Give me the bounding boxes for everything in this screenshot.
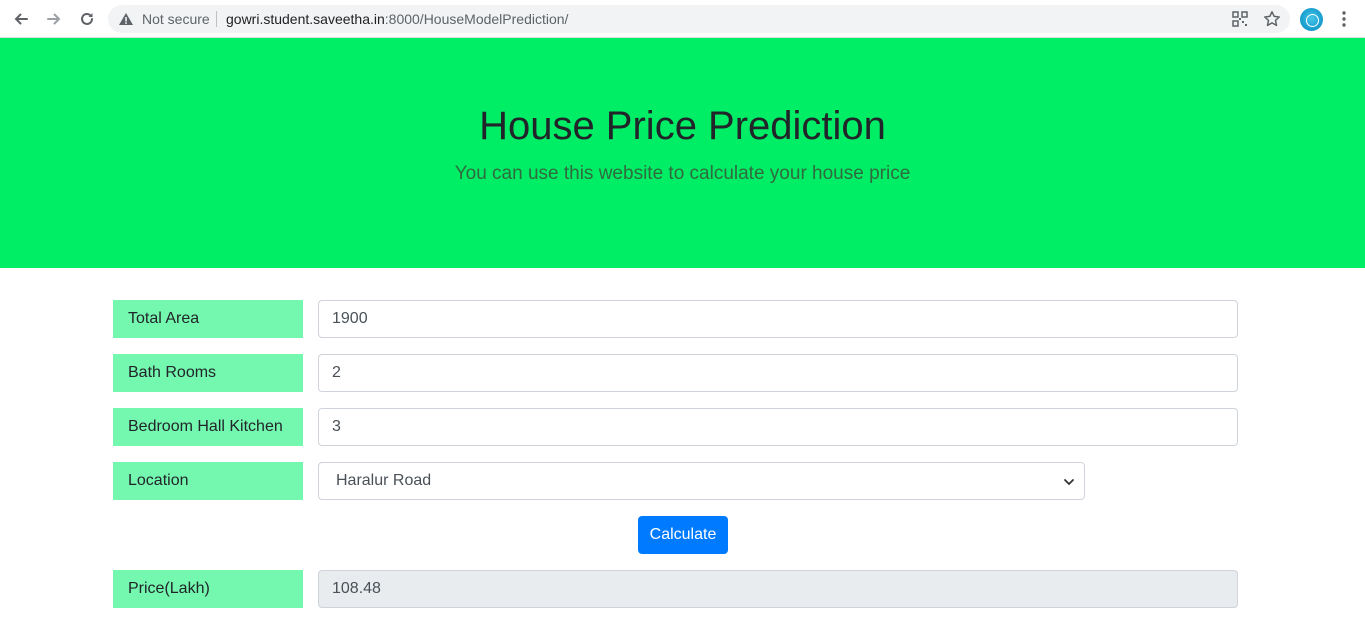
reload-button[interactable] xyxy=(75,7,99,31)
page-title: House Price Prediction xyxy=(479,104,886,148)
chevron-down-icon xyxy=(1064,479,1074,486)
location-select[interactable]: Haralur Road xyxy=(318,462,1085,500)
location-label: Location xyxy=(113,462,303,500)
url-text: gowri.student.saveetha.in:8000/HouseMode… xyxy=(226,11,568,27)
qr-code-icon[interactable] xyxy=(1232,11,1248,27)
forward-button[interactable] xyxy=(42,7,66,31)
total-area-label: Total Area xyxy=(113,300,303,338)
back-button[interactable] xyxy=(9,7,33,31)
calculate-button[interactable]: Calculate xyxy=(638,516,728,554)
security-status: Not secure xyxy=(142,11,210,27)
bath-rooms-label: Bath Rooms xyxy=(113,354,303,392)
total-area-input[interactable]: 1900 xyxy=(318,300,1238,338)
warning-icon xyxy=(119,13,133,25)
menu-dots-icon[interactable] xyxy=(1336,10,1352,28)
forward-arrow-icon xyxy=(47,13,61,25)
page-subtitle: You can use this website to calculate yo… xyxy=(454,163,911,184)
hero-banner: House Price Prediction You can use this … xyxy=(0,38,1365,268)
reload-icon xyxy=(81,12,93,25)
price-output: 108.48 xyxy=(318,570,1238,608)
location-selected-value: Haralur Road xyxy=(336,472,432,489)
address-bar[interactable]: Not secure gowri.student.saveetha.in:800… xyxy=(108,5,1290,33)
divider xyxy=(216,11,217,27)
url-path: :8000/HouseModelPrediction/ xyxy=(384,11,569,27)
bhk-label: Bedroom Hall Kitchen xyxy=(113,408,303,446)
url-host: gowri.student.saveetha.in xyxy=(226,11,385,27)
profile-avatar[interactable] xyxy=(1300,8,1323,31)
bath-rooms-input[interactable]: 2 xyxy=(318,354,1238,392)
back-arrow-icon xyxy=(14,13,28,25)
bhk-input[interactable]: 3 xyxy=(318,408,1238,446)
browser-toolbar: Not secure gowri.student.saveetha.in:800… xyxy=(0,0,1365,38)
price-label: Price(Lakh) xyxy=(113,570,303,608)
bookmark-star-icon[interactable] xyxy=(1263,10,1281,28)
